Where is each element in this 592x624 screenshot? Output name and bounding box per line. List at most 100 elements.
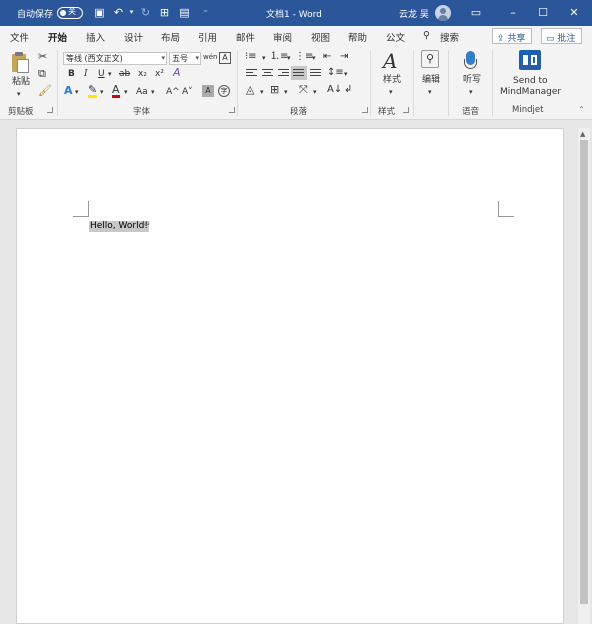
grow-font-button[interactable]: A^ bbox=[166, 86, 180, 98]
clipboard-dialog-launcher-icon[interactable] bbox=[47, 107, 53, 113]
shading-icon[interactable]: ◬ bbox=[246, 84, 254, 96]
dictate-label[interactable]: 听写 bbox=[463, 74, 481, 86]
styles-dialog-launcher-icon[interactable] bbox=[403, 107, 409, 113]
numbering-dropdown-icon[interactable]: ▾ bbox=[287, 52, 291, 64]
find-icon[interactable]: ⚲ bbox=[421, 50, 439, 68]
mindmanager-label[interactable]: MindManager bbox=[500, 86, 561, 98]
save-icon[interactable]: ▣ bbox=[93, 6, 106, 19]
scrollbar-thumb[interactable] bbox=[580, 140, 588, 604]
autosave-toggle[interactable]: 关 bbox=[57, 7, 83, 19]
format-painter-icon[interactable]: 🖌 bbox=[38, 85, 52, 97]
tab-file[interactable]: 文件 bbox=[10, 30, 29, 44]
text-effects-dropdown-icon[interactable]: ▾ bbox=[75, 86, 79, 98]
paste-dropdown-icon[interactable]: ▾ bbox=[17, 88, 21, 100]
italic-button[interactable]: I bbox=[84, 68, 88, 80]
align-center-icon[interactable] bbox=[262, 69, 273, 78]
change-case-button[interactable]: Aa bbox=[136, 86, 148, 98]
paste-label[interactable]: 粘贴 bbox=[12, 76, 30, 88]
increase-indent-icon[interactable]: ⇥ bbox=[340, 51, 348, 63]
close-icon[interactable]: ✕ bbox=[565, 4, 583, 22]
selected-text[interactable]: Hello, World! bbox=[89, 221, 149, 232]
distributed-icon[interactable] bbox=[310, 69, 321, 78]
collapse-ribbon-icon[interactable]: ⌃ bbox=[578, 104, 585, 116]
editing-button-label[interactable]: 编辑 bbox=[422, 74, 440, 86]
tab-view[interactable]: 视图 bbox=[311, 30, 330, 44]
avatar[interactable] bbox=[435, 5, 451, 21]
font-dialog-launcher-icon[interactable] bbox=[229, 107, 235, 113]
borders-icon[interactable]: ⊞ bbox=[270, 84, 279, 96]
paste-icon[interactable] bbox=[11, 52, 31, 74]
align-right-icon[interactable] bbox=[278, 69, 289, 78]
phonetic-guide-icon[interactable]: wén bbox=[203, 51, 217, 63]
shrink-font-button[interactable]: A˅ bbox=[182, 86, 193, 98]
tab-review[interactable]: 审阅 bbox=[273, 30, 292, 44]
text-effects-icon[interactable]: A bbox=[64, 85, 73, 97]
justify-button[interactable] bbox=[291, 66, 307, 80]
sort-icon[interactable]: A↓ bbox=[327, 84, 342, 96]
styles-icon[interactable]: A bbox=[383, 50, 397, 72]
underline-button[interactable]: U bbox=[98, 68, 105, 80]
ribbon-display-icon[interactable]: ▭ bbox=[467, 4, 485, 22]
font-color-icon[interactable]: A bbox=[112, 84, 120, 98]
change-case-dropdown-icon[interactable]: ▾ bbox=[151, 86, 155, 98]
user-name[interactable]: 云龙 吴 bbox=[399, 7, 429, 20]
multilevel-list-icon[interactable]: ⋮≡ bbox=[295, 51, 313, 63]
comments-button[interactable]: ▭ 批注 bbox=[541, 28, 583, 44]
numbering-icon[interactable]: ⒈≡ bbox=[270, 51, 288, 63]
line-spacing-icon[interactable]: ↕≡ bbox=[327, 67, 344, 79]
bullets-dropdown-icon[interactable]: ▾ bbox=[262, 52, 266, 64]
share-button[interactable]: ⇪ 共享 bbox=[492, 28, 533, 44]
tab-home[interactable]: 开始 bbox=[48, 30, 68, 48]
scroll-up-arrow-icon[interactable]: ▲ bbox=[580, 130, 585, 138]
highlight-dropdown-icon[interactable]: ▾ bbox=[100, 86, 104, 98]
enclose-characters-icon[interactable]: 字 bbox=[218, 85, 230, 97]
shading-dropdown-icon[interactable]: ▾ bbox=[260, 86, 264, 98]
document-page[interactable]: Hello, World! ↵ bbox=[16, 128, 564, 624]
minimize-icon[interactable]: – bbox=[504, 4, 522, 22]
tab-references[interactable]: 引用 bbox=[198, 30, 217, 44]
bold-button[interactable]: B bbox=[68, 68, 75, 80]
strikethrough-button[interactable]: ab bbox=[119, 68, 130, 80]
styles-dropdown-icon[interactable]: ▾ bbox=[389, 86, 393, 98]
editing-dropdown-icon[interactable]: ▾ bbox=[428, 86, 432, 98]
print-preview-icon[interactable]: ⊞ bbox=[158, 6, 171, 19]
dictate-dropdown-icon[interactable]: ▾ bbox=[469, 86, 473, 98]
styles-button-label[interactable]: 样式 bbox=[383, 74, 401, 86]
underline-dropdown-icon[interactable]: ▾ bbox=[108, 68, 112, 80]
chinese-layout-icon[interactable]: ⤧ bbox=[299, 84, 308, 96]
character-border-icon[interactable]: A bbox=[219, 52, 231, 64]
character-shading-icon[interactable]: A bbox=[202, 85, 214, 97]
superscript-button[interactable]: x² bbox=[155, 68, 164, 80]
multilevel-list-dropdown-icon[interactable]: ▾ bbox=[312, 52, 316, 64]
tab-official-docs[interactable]: 公文 bbox=[386, 30, 405, 44]
borders-dropdown-icon[interactable]: ▾ bbox=[284, 86, 288, 98]
show-marks-icon[interactable]: ↲ bbox=[344, 84, 352, 96]
tab-design[interactable]: 设计 bbox=[124, 30, 143, 44]
tab-layout[interactable]: 布局 bbox=[161, 30, 180, 44]
maximize-icon[interactable]: ☐ bbox=[534, 4, 552, 22]
decrease-indent-icon[interactable]: ⇤ bbox=[323, 51, 331, 63]
vertical-scrollbar[interactable]: ▲ bbox=[578, 128, 590, 624]
align-left-icon[interactable] bbox=[246, 69, 257, 78]
font-size-select[interactable]: 五号 ▾ bbox=[169, 52, 201, 65]
tab-mailings[interactable]: 邮件 bbox=[236, 30, 255, 44]
tab-help[interactable]: 帮助 bbox=[348, 30, 367, 44]
chinese-layout-dropdown-icon[interactable]: ▾ bbox=[313, 86, 317, 98]
customize-qat-icon[interactable]: ⁼ bbox=[199, 6, 212, 19]
copy-icon[interactable]: ⧉ bbox=[38, 68, 46, 80]
mindmanager-icon[interactable] bbox=[519, 50, 541, 70]
font-color-dropdown-icon[interactable]: ▾ bbox=[124, 86, 128, 98]
subscript-button[interactable]: x₂ bbox=[138, 68, 147, 80]
bullets-icon[interactable]: ⁝≡ bbox=[245, 51, 257, 63]
document-icon[interactable]: ▤ bbox=[178, 6, 191, 19]
search-label[interactable]: 搜索 bbox=[440, 30, 459, 44]
clear-formatting-icon[interactable]: A bbox=[173, 67, 181, 79]
undo-dropdown-icon[interactable]: ▾ bbox=[125, 6, 138, 19]
font-name-select[interactable]: 等线 (西文正文) ▾ bbox=[63, 52, 167, 65]
undo-icon[interactable]: ↶ bbox=[112, 6, 125, 19]
tab-insert[interactable]: 插入 bbox=[86, 30, 105, 44]
cut-icon[interactable]: ✂ bbox=[38, 51, 47, 63]
redo-icon[interactable]: ↻ bbox=[139, 6, 152, 19]
search-icon[interactable]: ⚲ bbox=[423, 30, 430, 41]
line-spacing-dropdown-icon[interactable]: ▾ bbox=[344, 68, 348, 80]
